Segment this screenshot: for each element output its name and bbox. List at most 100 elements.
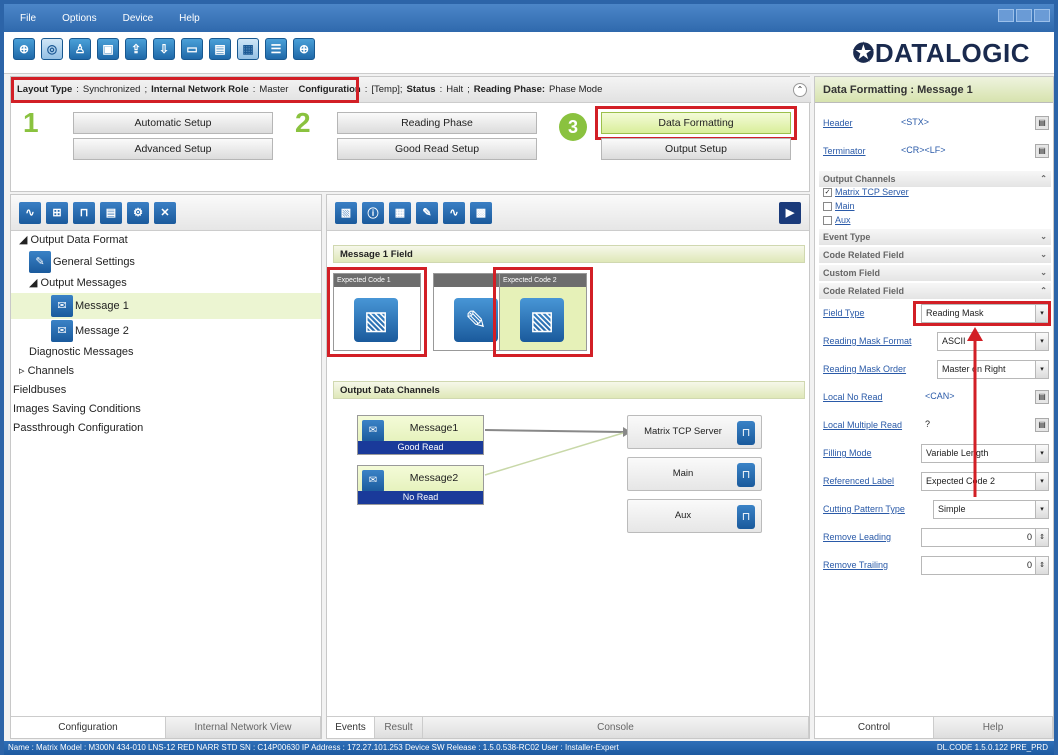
advanced-setup-button[interactable]: Advanced Setup: [73, 138, 273, 160]
nodes-icon[interactable]: ⚙: [127, 201, 149, 224]
annotation-arrow: [967, 327, 983, 497]
remove-trailing-label: Remove Trailing: [823, 560, 889, 570]
minimize-button[interactable]: [998, 9, 1014, 22]
config-tree: ◢ Output Data Format ✎ General Settings ◢…: [11, 231, 321, 438]
delete-icon[interactable]: ✕: [154, 201, 176, 224]
app-window: File Options Device Help ⊕ ◎ ♙ ▣ ⇪ ⇩ ▭ ▤…: [0, 0, 1058, 755]
close-button[interactable]: [1034, 9, 1050, 22]
maximize-button[interactable]: [1016, 9, 1032, 22]
add-device-icon[interactable]: ⊕: [13, 38, 35, 60]
message-icon: ✉: [51, 295, 73, 318]
channel-label: Matrix TCP Server: [644, 426, 722, 437]
waveform-icon[interactable]: ∿: [19, 201, 41, 224]
datalogic-logo: ✪DATALOGIC: [852, 38, 1030, 68]
mid-bottom-tabs: Events Result Console: [327, 716, 809, 738]
message-icon: ✉: [362, 470, 384, 492]
channel-matrix-tcp-server[interactable]: Matrix TCP Server ⊓: [627, 415, 762, 449]
tab-result[interactable]: Result: [375, 717, 423, 738]
send-config-icon[interactable]: ⇪: [125, 38, 147, 60]
logo-mark-icon: ✪: [852, 38, 875, 68]
properties-panel: Data Formatting : Message 1 Header <STX>…: [814, 76, 1054, 739]
tree-diagnostic-messages[interactable]: Diagnostic Messages: [11, 343, 321, 362]
tree-passthrough[interactable]: Passthrough Configuration: [11, 419, 321, 438]
tab-internal-network-view[interactable]: Internal Network View: [166, 717, 321, 738]
config-value: [Temp];: [371, 84, 403, 95]
message1-node[interactable]: ✉ Message1 Good Read: [357, 415, 484, 455]
remove-trailing-spinner[interactable]: 0 ⇕: [921, 556, 1049, 575]
menu-file[interactable]: File: [20, 13, 36, 24]
channel-aux[interactable]: Aux ⊓: [627, 499, 762, 533]
menu-device[interactable]: Device: [123, 13, 154, 24]
tree-message-1[interactable]: ✉ Message 1: [11, 293, 321, 319]
tree-output-messages[interactable]: ◢ Output Messages: [11, 274, 321, 293]
step-1-number: 1: [23, 107, 39, 138]
tab-help[interactable]: Help: [934, 717, 1053, 738]
save-icon[interactable]: ▣: [97, 38, 119, 60]
tab-console[interactable]: Console: [423, 717, 809, 738]
message-icon: ✉: [51, 320, 73, 343]
receive-config-icon[interactable]: ⇩: [153, 38, 175, 60]
version-text: DL.CODE 1.5.0.122 PRE_PRD: [936, 743, 1048, 752]
red-arrow-head-icon: [967, 327, 983, 341]
settings-list-icon[interactable]: ☰: [265, 38, 287, 60]
tab-control[interactable]: Control: [815, 717, 934, 738]
menu-bar: File Options Device Help: [4, 4, 1054, 32]
message-editor-panel: ▧ ⓘ ▦ ✎ ∿ ▩ ▶ Message 1 Field Expected C…: [326, 194, 810, 739]
tree-output-data-format[interactable]: ◢ Output Data Format: [11, 231, 321, 250]
step-2-number: 2: [295, 107, 311, 138]
status-value: Halt: [446, 84, 464, 95]
tab-events[interactable]: Events: [327, 717, 375, 738]
menu-help[interactable]: Help: [179, 13, 200, 24]
message2-label: Message2: [409, 472, 459, 484]
main-toolbar: ⊕ ◎ ♙ ▣ ⇪ ⇩ ▭ ▤ ▦ ☰ ⊕ ✪DATALOGIC: [4, 32, 1054, 74]
message2-node[interactable]: ✉ Message2 No Read: [357, 465, 484, 505]
remove-leading-spinner[interactable]: 0 ⇕: [921, 528, 1049, 547]
menu-options[interactable]: Options: [62, 13, 96, 24]
document-icon[interactable]: ▤: [100, 201, 122, 224]
remove-leading-label: Remove Leading: [823, 532, 892, 542]
add-message-icon[interactable]: ⊞: [46, 201, 68, 224]
tree-channels[interactable]: ▹ Channels: [11, 362, 321, 381]
step-3-number: 3: [559, 113, 587, 141]
status-bar: Name : Matrix Model : M300N 434-010 LNS-…: [4, 741, 1054, 755]
status-label: Status: [406, 84, 436, 95]
data-formatting-highlight-box: [595, 106, 797, 140]
user-icon[interactable]: ♙: [69, 38, 91, 60]
message-icon: ✉: [362, 420, 384, 442]
tree-images-saving[interactable]: Images Saving Conditions: [11, 400, 321, 419]
plug-icon: ⊓: [737, 421, 755, 445]
open-device-icon[interactable]: ◎: [41, 38, 63, 60]
reading-phase-button[interactable]: Reading Phase: [337, 112, 537, 134]
output-setup-button[interactable]: Output Setup: [601, 138, 791, 160]
layout-highlight-box: [11, 77, 359, 103]
tree-message-2[interactable]: ✉ Message 2: [11, 319, 321, 343]
good-read-setup-button[interactable]: Good Read Setup: [337, 138, 537, 160]
tab-configuration[interactable]: Configuration: [11, 717, 166, 738]
message1-label: Message1: [409, 422, 459, 434]
spinner-arrows-icon[interactable]: ⇕: [1035, 529, 1048, 546]
device-info-text: Name : Matrix Model : M300N 434-010 LNS-…: [8, 743, 619, 752]
window-icon[interactable]: ▭: [181, 38, 203, 60]
window-controls: [998, 9, 1050, 22]
tree-fieldbuses[interactable]: Fieldbuses: [11, 381, 321, 400]
spinner-arrows-icon[interactable]: ⇕: [1035, 557, 1048, 574]
remove-leading-row: Remove Leading 0 ⇕: [823, 527, 1049, 549]
plug-icon[interactable]: ⊓: [73, 201, 95, 224]
right-bottom-tabs: Control Help: [815, 716, 1053, 738]
channel-main[interactable]: Main ⊓: [627, 457, 762, 491]
wrench-icon: ✎: [29, 251, 51, 274]
remove-trailing-row: Remove Trailing 0 ⇕: [823, 555, 1049, 577]
setup-steps-panel: Layout Type: Synchronized; Internal Netw…: [10, 76, 811, 192]
message2-status: No Read: [358, 491, 483, 504]
monitor-icon[interactable]: ▤: [209, 38, 231, 60]
automatic-setup-button[interactable]: Automatic Setup: [73, 112, 273, 134]
tree-general-settings[interactable]: ✎ General Settings: [11, 250, 321, 274]
left-bottom-tabs: Configuration Internal Network View: [11, 716, 321, 738]
plug-icon: ⊓: [737, 463, 755, 487]
target-icon[interactable]: ⊕: [293, 38, 315, 60]
capture-icon[interactable]: ▦: [237, 38, 259, 60]
plug-icon: ⊓: [737, 505, 755, 529]
collapse-up-icon[interactable]: ⌃: [793, 83, 807, 97]
message1-status: Good Read: [358, 441, 483, 454]
channel-label: Main: [672, 468, 694, 479]
